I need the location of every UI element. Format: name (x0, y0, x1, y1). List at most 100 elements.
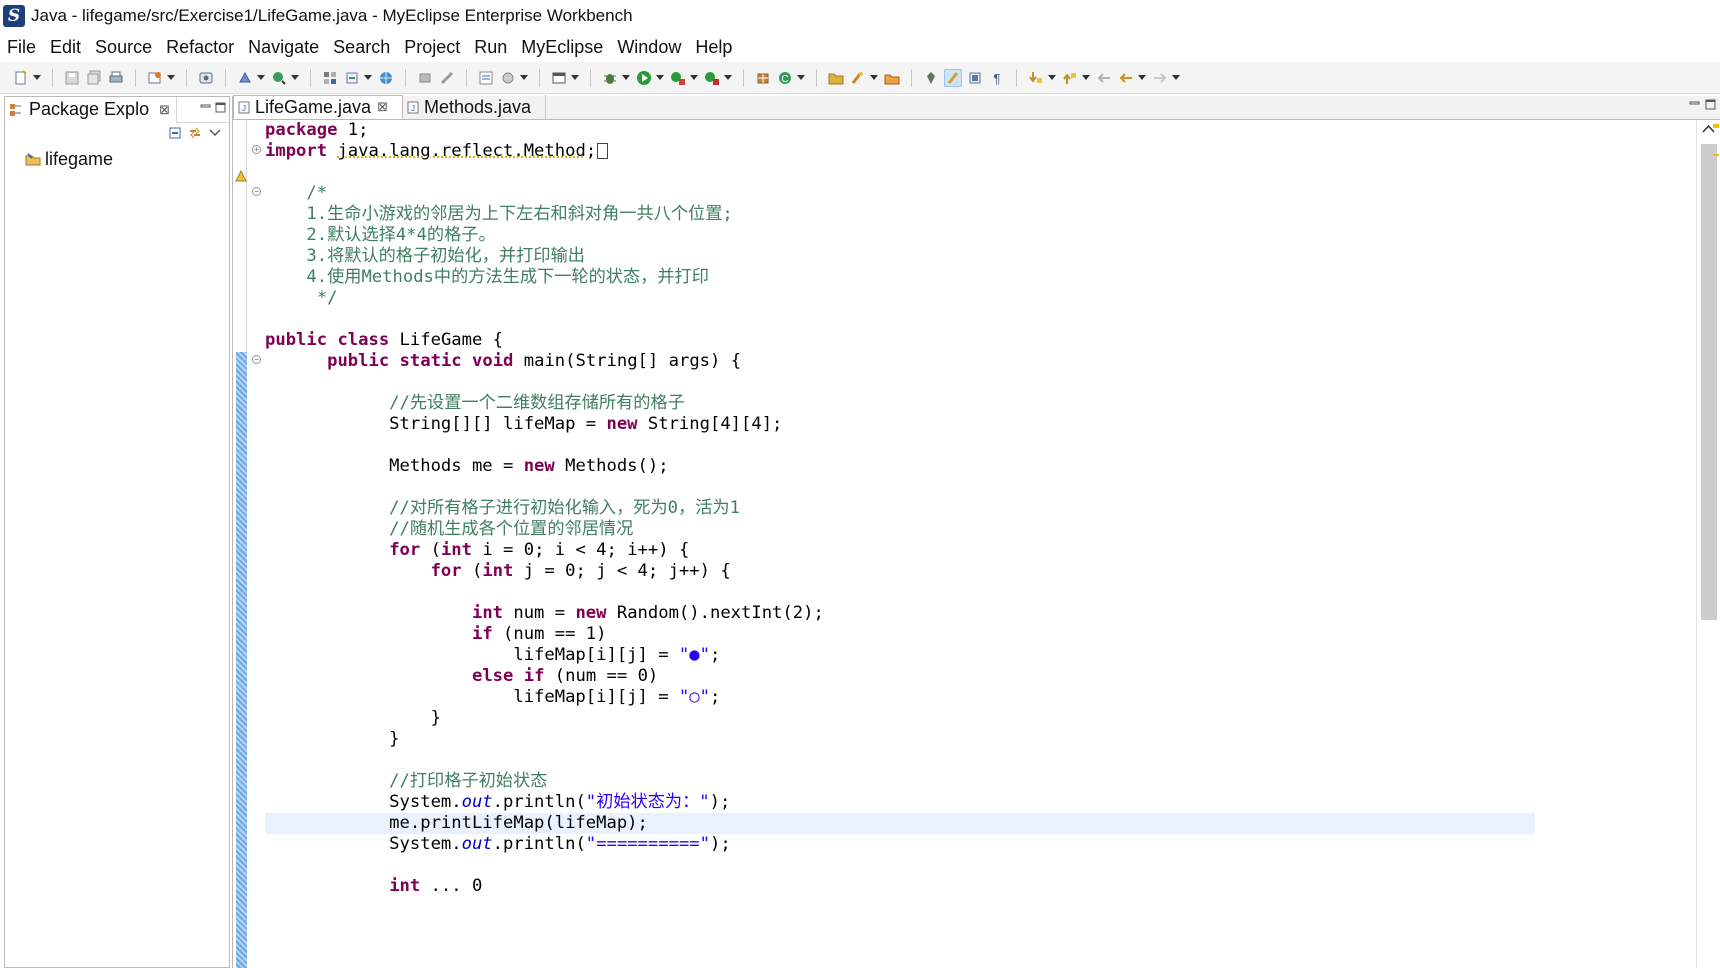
open-resource-icon[interactable] (343, 69, 361, 87)
next-annotation-icon[interactable] (1027, 69, 1045, 87)
back-dropdown[interactable] (1137, 69, 1146, 87)
code-line[interactable]: } (265, 729, 1535, 750)
minimize-icon[interactable] (200, 102, 211, 113)
team-dropdown[interactable] (519, 69, 528, 87)
previous-annotation-dropdown[interactable] (1081, 69, 1090, 87)
collapse-fold-icon[interactable]: − (252, 355, 261, 364)
search-icon[interactable] (849, 69, 867, 87)
last-edit-icon[interactable] (1095, 69, 1113, 87)
server-dropdown[interactable] (166, 69, 175, 87)
open-task-icon[interactable] (883, 69, 901, 87)
external-tools-dropdown[interactable] (723, 69, 732, 87)
coverage-dropdown[interactable] (689, 69, 698, 87)
team-icon[interactable] (499, 69, 517, 87)
code-line[interactable]: me.printLifeMap(lifeMap); (265, 813, 1535, 834)
folded-imports-icon[interactable] (597, 143, 609, 159)
new-class-icon[interactable] (270, 69, 288, 87)
annotation-icon[interactable] (922, 69, 940, 87)
code-line[interactable]: 2.默认选择4*4的格子。 (265, 225, 1535, 246)
new-class-dropdown[interactable] (796, 69, 805, 87)
open-perspective-icon[interactable] (550, 69, 568, 87)
code-line[interactable]: import java.lang.reflect.Method; (265, 141, 1535, 162)
menu-help[interactable]: Help (688, 37, 739, 58)
forward-dropdown[interactable] (1171, 69, 1180, 87)
code-line[interactable] (265, 435, 1535, 456)
code-editor[interactable]: package 1; import java.lang.reflect.Metho… (265, 120, 1535, 968)
resource-dropdown[interactable] (363, 69, 372, 87)
show-whitespace-icon[interactable]: ¶ (988, 69, 1006, 87)
code-line[interactable] (265, 582, 1535, 603)
code-line[interactable]: String[][] lifeMap = new String[4][4]; (265, 414, 1535, 435)
expand-fold-icon[interactable]: + (252, 145, 261, 154)
menu-edit[interactable]: Edit (43, 37, 88, 58)
new-icon[interactable] (12, 69, 30, 87)
globe-icon[interactable] (377, 69, 395, 87)
code-line[interactable]: lifeMap[i][j] = "●"; (265, 645, 1535, 666)
code-line[interactable]: for (int i = 0; i < 4; i++) { (265, 540, 1535, 561)
run-icon[interactable] (635, 69, 653, 87)
code-line[interactable]: public static void main(String[] args) { (265, 351, 1535, 372)
maximize-icon[interactable] (1705, 99, 1716, 110)
close-icon[interactable]: ⊠ (377, 99, 388, 115)
menu-refactor[interactable]: Refactor (159, 37, 241, 58)
view-menu-icon[interactable] (207, 125, 223, 141)
print-icon[interactable] (107, 69, 125, 87)
close-icon[interactable]: ⊠ (159, 102, 170, 118)
new-package-icon[interactable] (754, 69, 772, 87)
code-line[interactable] (265, 855, 1535, 876)
menu-window[interactable]: Window (610, 37, 688, 58)
collapse-fold-icon[interactable]: − (252, 187, 261, 196)
maximize-icon[interactable] (215, 102, 226, 113)
clean-icon[interactable] (438, 69, 456, 87)
tab-package-explorer[interactable]: Package Explo ⊠ (5, 96, 177, 123)
class-dropdown[interactable] (290, 69, 299, 87)
menu-run[interactable]: Run (467, 37, 514, 58)
java-project-dropdown[interactable] (256, 69, 265, 87)
warning-icon[interactable] (235, 170, 247, 182)
next-annotation-dropdown[interactable] (1047, 69, 1056, 87)
code-line[interactable] (265, 477, 1535, 498)
code-line[interactable]: Methods me = new Methods(); (265, 456, 1535, 477)
collapse-all-icon[interactable] (167, 125, 183, 141)
run-dropdown[interactable] (655, 69, 664, 87)
code-line[interactable]: lifeMap[i][j] = "○"; (265, 687, 1535, 708)
toggle-mark-occurrences-icon[interactable] (944, 68, 962, 87)
debug-dropdown[interactable] (621, 69, 630, 87)
build-icon[interactable] (416, 69, 434, 87)
open-folder-icon[interactable] (827, 69, 845, 87)
previous-annotation-icon[interactable] (1061, 69, 1079, 87)
code-line[interactable]: public class LifeGame { (265, 330, 1535, 351)
perspective-dropdown[interactable] (570, 69, 579, 87)
code-line[interactable]: //先设置一个二维数组存储所有的格子 (265, 393, 1535, 414)
external-tools-icon[interactable] (703, 69, 721, 87)
minimize-icon[interactable] (1689, 99, 1700, 110)
block-selection-icon[interactable] (966, 69, 984, 87)
menu-project[interactable]: Project (397, 37, 467, 58)
code-line[interactable]: package 1; (265, 120, 1535, 141)
code-line[interactable] (265, 750, 1535, 771)
debug-icon[interactable] (601, 69, 619, 87)
code-line[interactable]: else if (num == 0) (265, 666, 1535, 687)
menu-myeclipse[interactable]: MyEclipse (514, 37, 610, 58)
code-line[interactable] (265, 372, 1535, 393)
new-dropdown[interactable] (32, 69, 41, 87)
overview-occurrence-mark[interactable] (1713, 154, 1719, 156)
new-java-project-icon[interactable] (236, 69, 254, 87)
new-server-icon[interactable] (146, 69, 164, 87)
save-all-icon[interactable] (85, 69, 103, 87)
back-icon[interactable] (1117, 69, 1135, 87)
tree-item-lifegame[interactable]: lifegame (5, 147, 229, 171)
run-coverage-icon[interactable] (669, 69, 687, 87)
menu-navigate[interactable]: Navigate (241, 37, 326, 58)
code-line[interactable]: //对所有格子进行初始化输入，死为0，活为1 (265, 498, 1535, 519)
code-line[interactable]: 3.将默认的格子初始化，并打印输出 (265, 246, 1535, 267)
code-line[interactable]: System.out.println("初始状态为："); (265, 792, 1535, 813)
code-line[interactable]: for (int j = 0; j < 4; j++) { (265, 561, 1535, 582)
code-line[interactable]: */ (265, 288, 1535, 309)
code-line[interactable]: System.out.println("=========="); (265, 834, 1535, 855)
tab-methods-java[interactable]: J Methods.java (403, 95, 547, 119)
search-dropdown[interactable] (869, 69, 878, 87)
code-line[interactable]: //打印格子初始状态 (265, 771, 1535, 792)
save-icon[interactable] (63, 69, 81, 87)
overview-warning-mark[interactable] (1713, 124, 1719, 128)
